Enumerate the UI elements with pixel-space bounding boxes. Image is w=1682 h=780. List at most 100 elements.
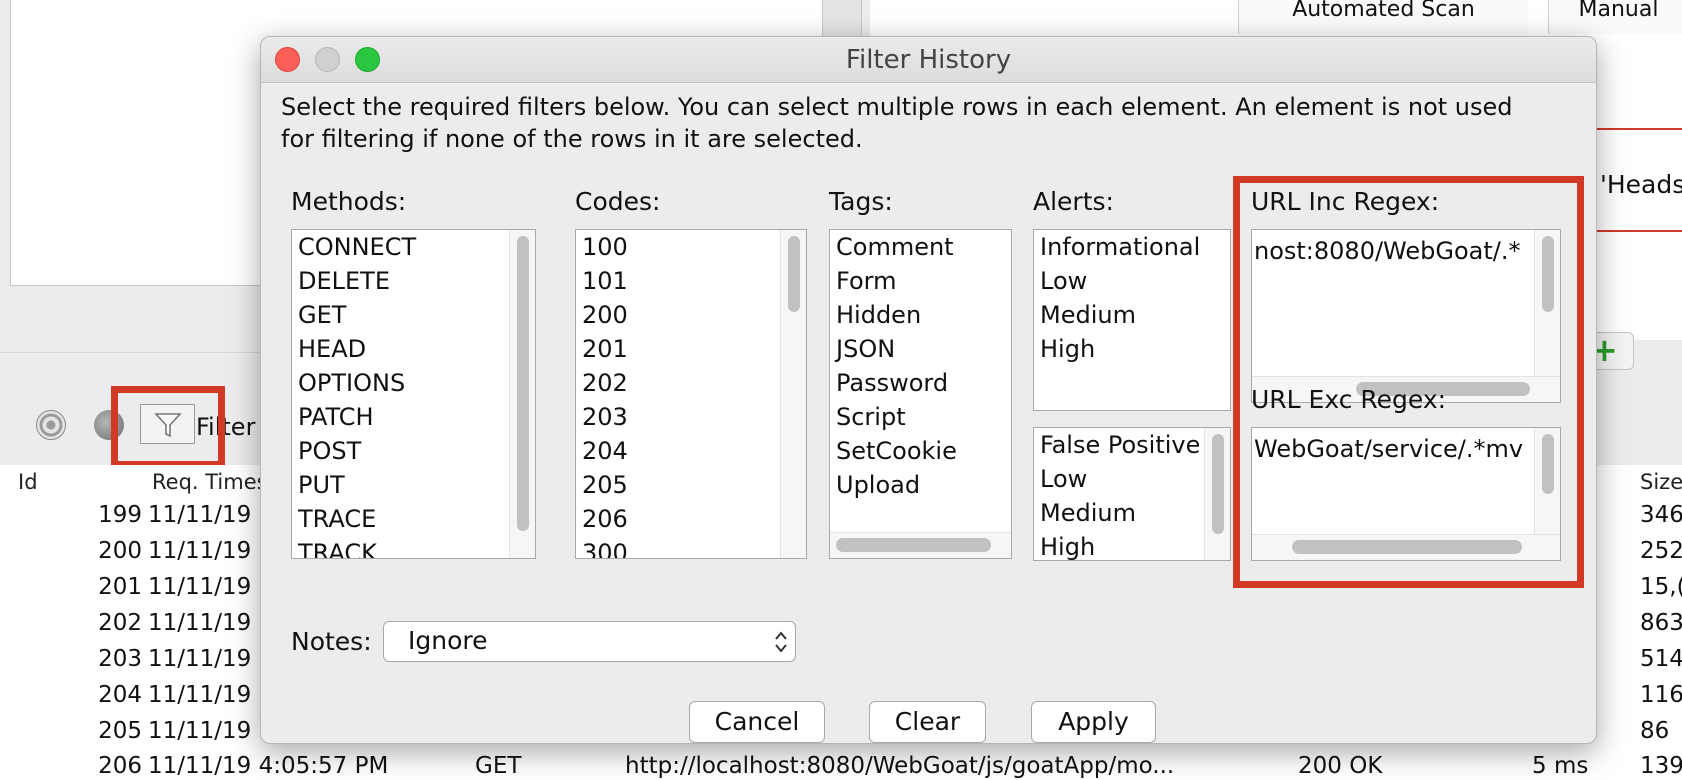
row-rtt: 5 ms [1532, 753, 1589, 779]
list-item[interactable]: 202 [576, 366, 806, 400]
list-item[interactable]: 205 [576, 468, 806, 502]
list-item[interactable]: False Positive [1034, 428, 1230, 462]
list-item[interactable]: TRACK [292, 536, 535, 558]
column-header-req-time[interactable]: Req. Timest [152, 467, 276, 497]
list-item[interactable]: 101 [576, 264, 806, 298]
table-row[interactable]: 206 11/11/19 4:05:57 PM GET http://localhos… [0, 748, 1682, 780]
url-inc-regex-value[interactable]: nost:8080/WebGoat/.* [1254, 234, 1521, 268]
list-item[interactable]: Comment [830, 230, 1011, 264]
methods-scrollbar[interactable] [517, 236, 529, 531]
methods-label: Methods: [291, 187, 407, 216]
list-item[interactable]: 203 [576, 400, 806, 434]
row-size: 863 [1640, 610, 1682, 636]
row-url: http://localhost:8080/WebGoat/js/goatApp… [625, 753, 1175, 779]
list-item[interactable]: Hidden [830, 298, 1011, 332]
list-item[interactable]: Low [1034, 462, 1230, 496]
filter-button[interactable] [140, 404, 195, 444]
list-item[interactable]: Script [830, 400, 1011, 434]
url-inc-regex-field[interactable]: nost:8080/WebGoat/.* [1251, 229, 1561, 403]
list-item[interactable]: High [1034, 332, 1230, 366]
list-item[interactable]: JSON [830, 332, 1011, 366]
list-item[interactable]: POST [292, 434, 535, 468]
tags-scroll-track[interactable] [830, 532, 1011, 558]
title-bar[interactable]: Filter History [261, 37, 1596, 83]
list-item[interactable]: GET [292, 298, 535, 332]
list-item[interactable]: CONNECT [292, 230, 535, 264]
row-time: 11/11/19 [148, 718, 252, 744]
list-item[interactable]: TRACE [292, 502, 535, 536]
instructions-text: Select the required filters below. You c… [281, 91, 1581, 155]
notes-label: Notes: [291, 627, 372, 656]
apply-button[interactable]: Apply [1031, 701, 1156, 743]
list-item[interactable]: Upload [830, 468, 1011, 502]
row-size: 252 [1640, 538, 1682, 564]
instructions-line-1: Select the required filters below. You c… [281, 93, 1513, 121]
list-item[interactable]: 200 [576, 298, 806, 332]
url-exc-vscrollbar[interactable] [1542, 434, 1554, 494]
url-exc-regex-field[interactable]: WebGoat/service/.*mv [1251, 427, 1561, 561]
list-item[interactable]: DELETE [292, 264, 535, 298]
codes-scrollbar[interactable] [788, 236, 800, 312]
clear-button[interactable]: Clear [869, 701, 986, 743]
tags-scrollbar[interactable] [836, 538, 991, 552]
list-item[interactable]: 204 [576, 434, 806, 468]
row-id: 203 [98, 646, 142, 672]
tags-list[interactable]: Comment Form Hidden JSON Password Script… [829, 229, 1012, 559]
alert-risk-list[interactable]: Informational Low Medium High [1033, 229, 1231, 411]
cancel-button[interactable]: Cancel [689, 701, 825, 743]
methods-list[interactable]: CONNECT DELETE GET HEAD OPTIONS PATCH PO… [291, 229, 536, 559]
url-exc-regex-value[interactable]: WebGoat/service/.*mv [1254, 432, 1523, 466]
tab-manual[interactable]: Manual [1548, 0, 1682, 34]
row-size: 346 [1640, 502, 1682, 528]
list-item[interactable]: Password [830, 366, 1011, 400]
list-item[interactable]: High [1034, 530, 1230, 560]
highlight-line [1590, 230, 1682, 232]
list-item[interactable]: 206 [576, 502, 806, 536]
row-id: 199 [98, 502, 142, 528]
list-item[interactable]: PUT [292, 468, 535, 502]
list-item[interactable]: 201 [576, 332, 806, 366]
url-inc-label: URL Inc Regex: [1251, 187, 1440, 216]
column-header-id[interactable]: Id [18, 467, 38, 497]
list-item[interactable]: 300 [576, 536, 806, 558]
tab-automated-scan[interactable]: Automated Scan [1238, 0, 1528, 34]
column-header-size[interactable]: Size [1640, 467, 1682, 497]
confidence-scrollbar[interactable] [1212, 434, 1224, 534]
row-id: 200 [98, 538, 142, 564]
codes-list[interactable]: 100 101 200 201 202 203 204 205 206 300 [575, 229, 807, 559]
confidence-scroll-track[interactable] [1204, 428, 1230, 560]
list-item[interactable]: PATCH [292, 400, 535, 434]
row-time: 11/11/19 [148, 538, 252, 564]
tags-label: Tags: [829, 187, 893, 216]
up-down-chevron-icon [775, 631, 787, 653]
row-time: 11/11/19 [148, 610, 252, 636]
url-inc-scroll-track[interactable] [1534, 230, 1560, 378]
row-time: 11/11/19 [148, 574, 252, 600]
list-item[interactable]: 100 [576, 230, 806, 264]
url-exc-hscroll-track[interactable] [1252, 534, 1560, 560]
codes-scroll-track[interactable] [780, 230, 806, 558]
methods-scroll-track[interactable] [509, 230, 535, 558]
list-item[interactable]: Form [830, 264, 1011, 298]
list-item[interactable]: Informational [1034, 230, 1230, 264]
target-icon[interactable] [36, 410, 66, 440]
row-size: 86 [1640, 718, 1670, 744]
list-item[interactable]: Low [1034, 264, 1230, 298]
list-item[interactable]: OPTIONS [292, 366, 535, 400]
dialog-title: Filter History [845, 45, 1012, 75]
row-time: 11/11/19 4:05:57 PM [148, 753, 389, 779]
list-item[interactable]: Medium [1034, 496, 1230, 530]
globe-icon[interactable] [94, 410, 124, 440]
row-id: 205 [98, 718, 142, 744]
list-item[interactable]: SetCookie [830, 434, 1011, 468]
url-inc-vscrollbar[interactable] [1542, 236, 1554, 312]
url-exc-hscrollbar[interactable] [1292, 540, 1522, 554]
notes-select[interactable]: Ignore [383, 621, 796, 662]
codes-label: Codes: [575, 187, 661, 216]
alert-confidence-list[interactable]: False Positive Low Medium High [1033, 427, 1231, 561]
list-item[interactable]: HEAD [292, 332, 535, 366]
instructions-line-2: for filtering if none of the rows in it … [281, 125, 863, 153]
url-exc-scroll-track[interactable] [1534, 428, 1560, 536]
list-item[interactable]: Medium [1034, 298, 1230, 332]
row-time: 11/11/19 [148, 646, 252, 672]
